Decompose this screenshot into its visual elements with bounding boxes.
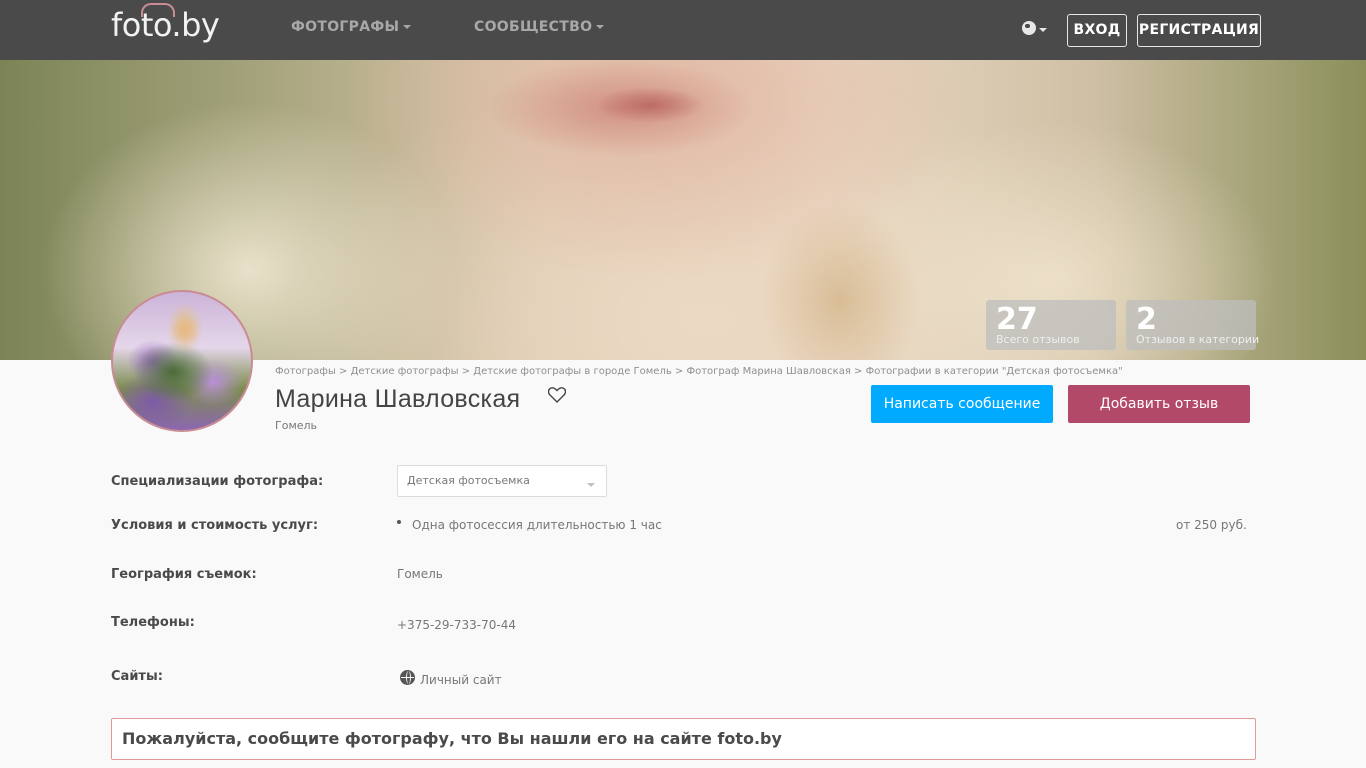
heart-icon-svg xyxy=(547,387,567,403)
login-button[interactable]: ВХОД xyxy=(1067,14,1127,47)
write-message-button[interactable]: Написать сообщение xyxy=(871,385,1053,423)
top-navbar: foto.by ФОТОГРАФЫ СООБЩЕСТВО ВХОД РЕГИСТ… xyxy=(0,0,1366,60)
sites-label: Сайты: xyxy=(111,669,163,684)
notice-banner: Пожалуйста, сообщите фотографу, что Вы н… xyxy=(111,718,1256,760)
specialization-select[interactable]: Детская фотосъемка xyxy=(397,465,607,497)
geography-value: Гомель xyxy=(397,567,443,581)
stat-total-reviews-value: 27 xyxy=(996,302,1038,337)
heart-icon[interactable] xyxy=(547,387,567,408)
stat-category-reviews-value: 2 xyxy=(1136,302,1157,337)
terms-label: Условия и стоимость услуг: xyxy=(111,518,319,533)
notice-text: Пожалуйста, сообщите фотографу, что Вы н… xyxy=(122,729,782,748)
stat-category-reviews-label: Отзывов в категории xyxy=(1136,333,1260,346)
profile-city: Гомель xyxy=(275,419,318,432)
terms-item: Одна фотосессия длительностью 1 час xyxy=(412,518,662,532)
add-review-button[interactable]: Добавить отзыв xyxy=(1068,385,1250,423)
language-caret-icon[interactable] xyxy=(1039,28,1047,32)
globe-icon[interactable] xyxy=(1022,21,1036,35)
phones-label: Телефоны: xyxy=(111,615,195,630)
bullet-icon xyxy=(397,520,401,524)
caret-down-icon xyxy=(403,25,412,29)
page-title: Марина Шавловская xyxy=(275,385,521,413)
stat-total-reviews-label: Всего отзывов xyxy=(996,333,1080,346)
geography-label: География съемок: xyxy=(111,567,257,582)
logo-roof-icon xyxy=(141,3,175,17)
phone-value[interactable]: +375-29-733-70-44 xyxy=(397,618,516,632)
nav-community[interactable]: СООБЩЕСТВО xyxy=(474,19,605,35)
nav-photographers[interactable]: ФОТОГРАФЫ xyxy=(291,19,412,35)
globe-icon xyxy=(400,670,415,685)
nav-community-label: СООБЩЕСТВО xyxy=(474,19,593,35)
terms-price: от 250 руб. xyxy=(1176,518,1247,532)
stat-category-reviews: 2 Отзывов в категории xyxy=(1126,300,1260,350)
personal-site-link[interactable]: Личный сайт xyxy=(420,673,502,687)
specialization-select-value: Детская фотосъемка xyxy=(407,474,530,487)
site-logo[interactable]: foto.by xyxy=(111,3,220,44)
chevron-down-icon xyxy=(587,483,595,487)
avatar[interactable] xyxy=(111,290,253,432)
nav-photographers-label: ФОТОГРАФЫ xyxy=(291,19,400,35)
register-button[interactable]: РЕГИСТРАЦИЯ xyxy=(1137,14,1261,47)
caret-down-icon xyxy=(596,25,605,29)
stat-total-reviews: 27 Всего отзывов xyxy=(986,300,1116,350)
specializations-label: Специализации фотографа: xyxy=(111,474,324,489)
breadcrumb[interactable]: Фотографы > Детские фотографы > Детские … xyxy=(275,366,1123,377)
